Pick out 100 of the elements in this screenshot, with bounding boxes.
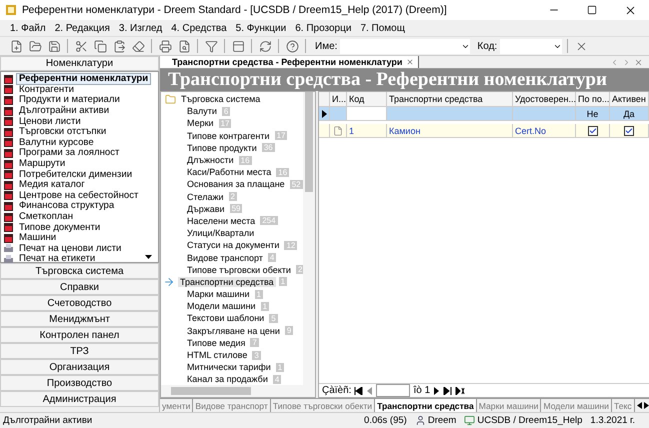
navigator-item[interactable]: Ценови листи: [16, 116, 84, 128]
menu-item[interactable]: 6. Прозорци: [295, 22, 352, 34]
first-record-icon[interactable]: [354, 386, 364, 394]
tree-item[interactable]: Каси/Работни места: [185, 167, 274, 178]
column-header[interactable]: Удостоверен...: [515, 94, 576, 104]
navigator-section-button[interactable]: Счетоводство: [0, 295, 159, 311]
navigator-item[interactable]: Референтни номенклатури: [16, 73, 152, 86]
navigator-item[interactable]: Сметкоплан: [16, 211, 76, 224]
navigator-item[interactable]: Печат на ценови листи: [16, 242, 124, 255]
record-input[interactable]: [376, 384, 410, 397]
dropdown-arrow-icon[interactable]: [145, 255, 152, 259]
navigator-item[interactable]: Центрове на себестойност: [16, 190, 142, 202]
tree-item[interactable]: Валути: [185, 106, 219, 116]
tree-item[interactable]: Длъжности: [185, 155, 236, 166]
folder-icon[interactable]: [27, 38, 43, 54]
scroll-left-icon[interactable]: [636, 402, 642, 409]
tree-item[interactable]: Статуси на документи: [185, 240, 282, 250]
new-record-icon[interactable]: [455, 386, 466, 394]
page-tab[interactable]: Текс: [612, 399, 635, 412]
navigator-item[interactable]: Финансова структура: [16, 200, 118, 212]
navigator-item[interactable]: Програми за лоялност: [16, 147, 122, 160]
save-icon[interactable]: [46, 38, 62, 54]
navigator-section-button[interactable]: Контролен панел: [0, 327, 159, 343]
help-icon[interactable]: [284, 38, 300, 54]
tree-item[interactable]: Основания за плащане: [185, 179, 287, 190]
navigator-item[interactable]: Типове документи: [16, 222, 104, 234]
filter-value[interactable]: Не: [586, 108, 598, 118]
tree-item[interactable]: Видове транспорт: [185, 252, 265, 263]
tree-item[interactable]: Държави: [185, 204, 227, 214]
table-row[interactable]: 1 Камион Cert.No: [319, 124, 649, 138]
tree-item[interactable]: Улици/Квартали: [185, 228, 256, 238]
printer-icon[interactable]: [157, 38, 173, 54]
navigator-item[interactable]: Печат на етикети: [16, 253, 98, 266]
tree-item[interactable]: Мерки: [185, 118, 216, 128]
navigator-item[interactable]: Търговски отстъпки: [16, 126, 110, 138]
menu-item[interactable]: 3. Изглед: [118, 22, 162, 34]
page-tab[interactable]: Марки машини: [476, 399, 542, 412]
tree-item[interactable]: Населени места: [185, 216, 258, 226]
navigator-item[interactable]: Дълготрайни активи: [16, 105, 112, 118]
navigator-item[interactable]: Медия каталог: [16, 179, 88, 192]
column-header[interactable]: И...: [332, 94, 346, 104]
navigator-item[interactable]: Валутни курсове: [16, 136, 97, 149]
tree-item[interactable]: Канал за продажби: [185, 374, 270, 384]
navigator-item[interactable]: Маршрути: [16, 158, 68, 170]
tree-item[interactable]: Транспортни средства: [178, 276, 276, 287]
menu-item[interactable]: 2. Редакция: [54, 22, 110, 34]
filter-icon[interactable]: [203, 38, 219, 54]
menu-item[interactable]: 4. Средства: [171, 22, 227, 34]
checkbox[interactable]: [624, 126, 634, 136]
last-record-icon[interactable]: [443, 386, 452, 394]
navigator-section-button[interactable]: Справки: [0, 279, 159, 295]
next-record-icon[interactable]: [433, 386, 440, 394]
tree-item[interactable]: Типове търговски обекти: [185, 264, 293, 275]
tree-root-label[interactable]: Търговска система: [179, 94, 262, 104]
menu-item[interactable]: 1. Файл: [10, 22, 46, 34]
tree-item[interactable]: Закръгляване на цени: [185, 326, 282, 336]
menu-item[interactable]: 7. Помощ: [360, 22, 405, 34]
navigator-section-button[interactable]: Организация: [0, 359, 159, 375]
refresh-icon[interactable]: [257, 38, 273, 54]
tree-item[interactable]: Типове контрагенти: [185, 130, 272, 141]
navigator-item[interactable]: Продукти и материали: [16, 94, 123, 106]
navigator-section-button[interactable]: Производство: [0, 375, 159, 391]
tree-item[interactable]: Митнически тарифи: [185, 362, 273, 372]
tree-item[interactable]: Типове продукти: [185, 142, 259, 153]
page-tab[interactable]: Транспортни средства: [375, 399, 477, 412]
navigator-item[interactable]: Контрагенти: [16, 84, 77, 96]
vertical-scrollbar[interactable]: [303, 92, 315, 385]
column-header[interactable]: Код: [349, 94, 364, 104]
horizontal-scrollbar[interactable]: [161, 385, 315, 397]
filter-field[interactable]: [347, 107, 387, 120]
page-tab[interactable]: ументи: [160, 399, 194, 412]
navigator-item[interactable]: Машини: [16, 232, 60, 244]
scroll-right-icon[interactable]: [644, 402, 649, 409]
navigator-item[interactable]: Потребителски димензии: [16, 168, 136, 181]
column-header[interactable]: Активен: [612, 94, 646, 104]
navigator-section-button[interactable]: ТРЗ: [0, 343, 159, 359]
tree-item[interactable]: Стелажи: [185, 192, 226, 202]
page-tab[interactable]: Видове транспорт: [193, 399, 271, 412]
tree-item[interactable]: Марки машини: [185, 289, 252, 300]
navigator-section-button[interactable]: Търговска система: [0, 263, 159, 279]
document-tab[interactable]: Транспортни средства - Референтни номенклатури: [160, 56, 420, 68]
cut-icon[interactable]: [73, 38, 89, 54]
navigator-section-button[interactable]: Администрация: [0, 391, 159, 407]
checkbox[interactable]: [588, 126, 598, 136]
copy-icon[interactable]: [92, 38, 108, 54]
eraser-icon[interactable]: [130, 38, 146, 54]
navigator-section-button[interactable]: Мениджмънт: [0, 311, 159, 327]
tree-item[interactable]: Модели машини: [185, 301, 258, 312]
column-header[interactable]: По по...: [578, 94, 610, 104]
page-tab[interactable]: Модели машини: [541, 399, 612, 412]
tree-item[interactable]: HTML стилове: [185, 350, 250, 360]
window-icon[interactable]: [230, 38, 246, 54]
filter-value[interactable]: Да: [623, 108, 635, 118]
tree-item[interactable]: Типове медия: [185, 338, 248, 348]
previous-record-icon[interactable]: [366, 386, 374, 394]
tree-item[interactable]: Текстови шаблони: [185, 313, 266, 324]
column-header[interactable]: Транспортни средства: [389, 94, 483, 104]
navigator-header[interactable]: Номенклатури: [0, 56, 159, 71]
close-icon: [634, 58, 643, 66]
menu-item[interactable]: 5. Функции: [236, 22, 286, 34]
